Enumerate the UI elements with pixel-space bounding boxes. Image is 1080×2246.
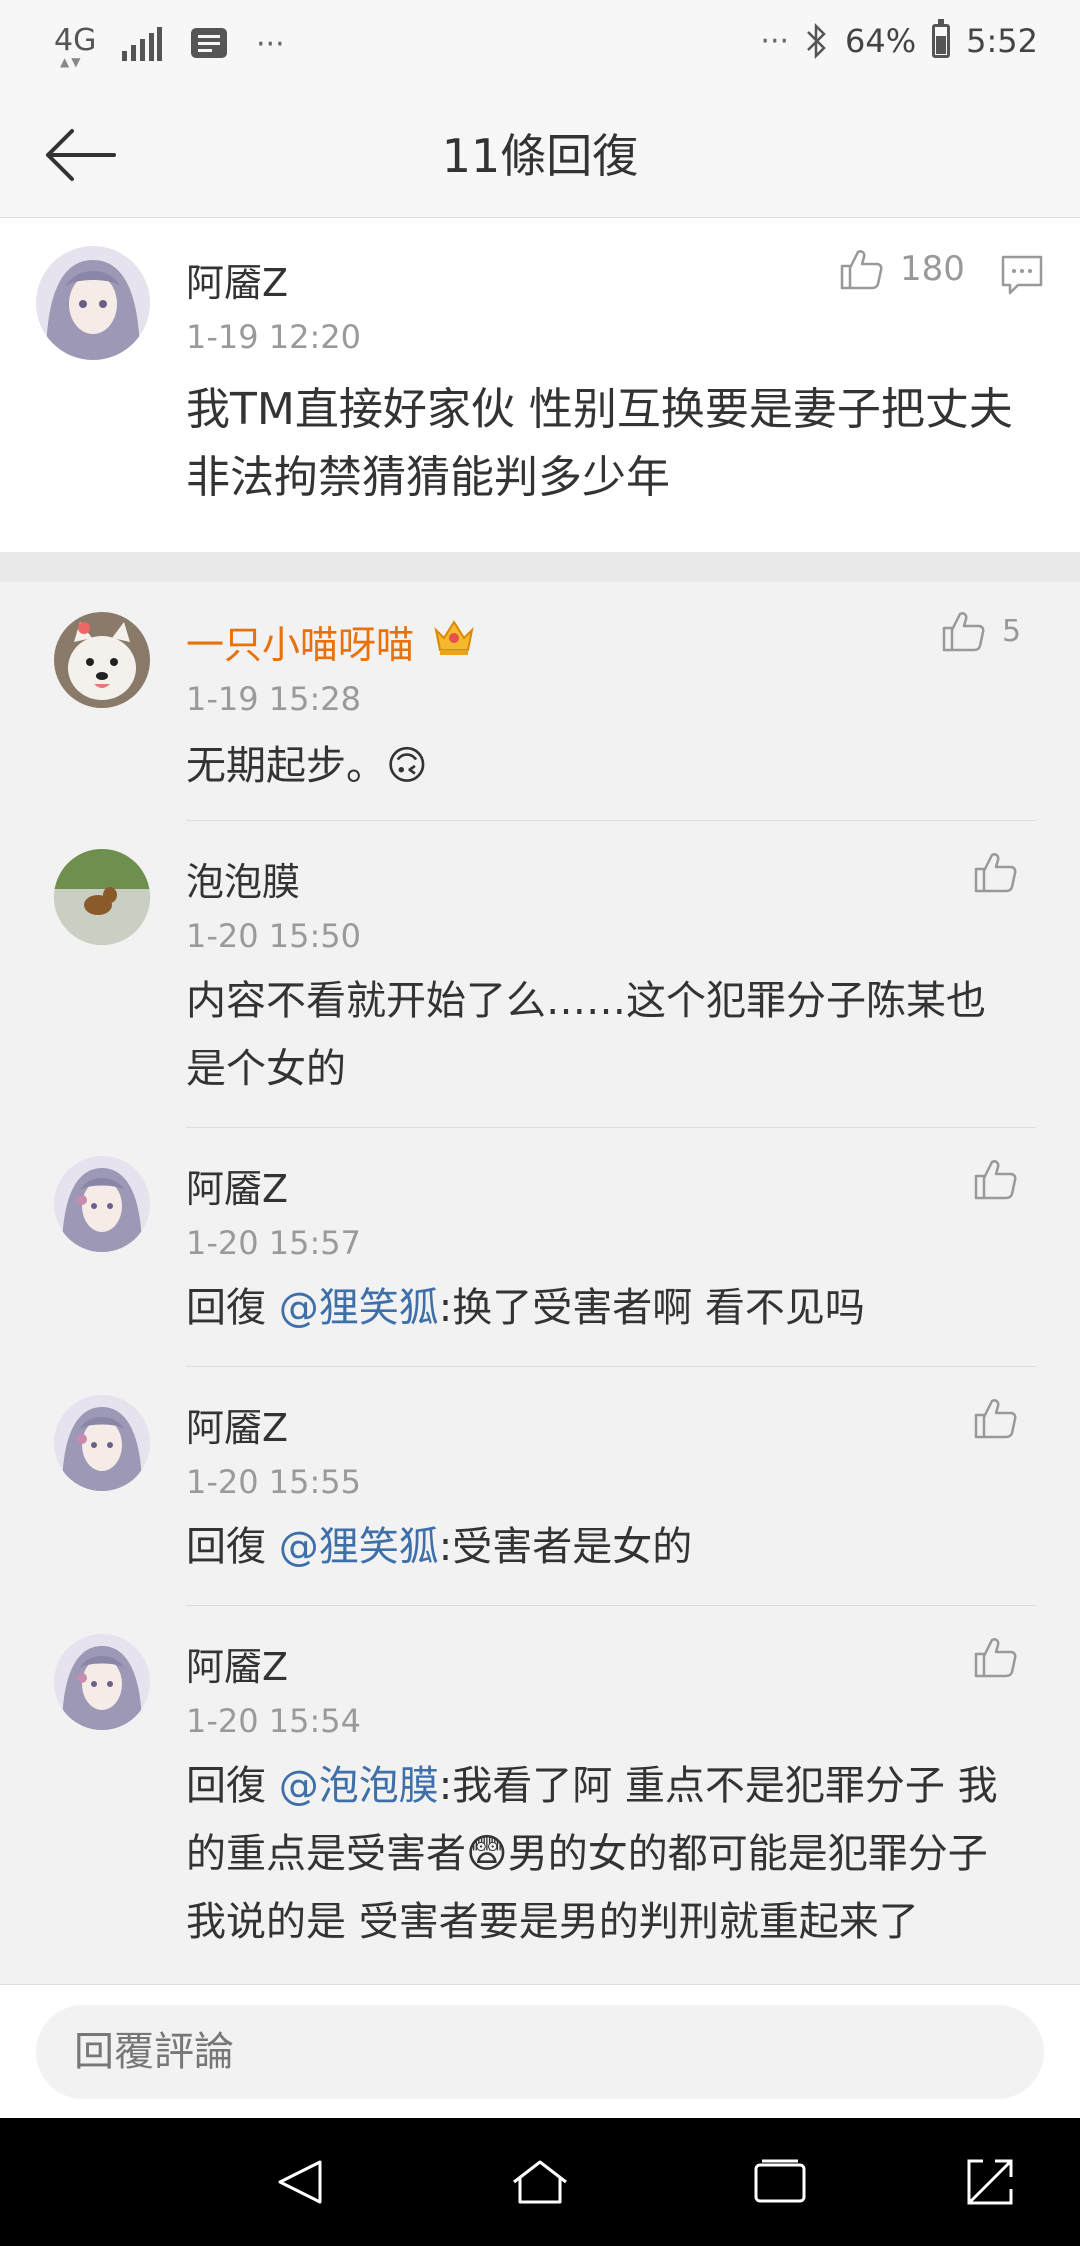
like-button[interactable]: 180 [838,246,965,292]
like-button[interactable]: 5 [940,608,1021,654]
comment-author[interactable]: 阿靥Z [186,252,288,307]
reply-content: 回復 @狸笑狐:受害者是女的 [186,1513,1036,1581]
section-divider [0,552,1080,582]
recents-icon [754,2159,806,2203]
thumbs-up-icon [840,250,883,290]
mention-link[interactable]: @泡泡膜 [279,1763,439,1809]
reply-content: 内容不看就开始了么……这个犯罪分子陈某也是个女的 [186,978,986,1092]
thumbs-up-icon [974,1160,1017,1200]
reply-author[interactable]: 阿靥Z [186,1397,288,1452]
status-right: ··· 64% 5:52 [760,19,1038,60]
avatar-image [54,1395,150,1491]
data-arrows-icon: ▲▼ [60,55,83,69]
thumbs-up-icon [942,612,985,652]
triangle-back-icon [278,2160,322,2204]
list-item: 阿靥Z 1-20 15:54 回復 @泡泡膜:我看了阿 重点不是犯罪分子 我的重… [0,1606,1080,1984]
list-item: 一只小喵呀喵 1-19 15:28 5 无期起步。🙃 [0,582,1080,820]
like-button[interactable] [972,1156,1018,1202]
like-button[interactable] [972,1634,1018,1680]
clock: 5:52 [966,22,1038,60]
avatar-image [54,849,150,945]
comment-content: 我TM直接好家伙 性别互换要是妻子把丈夫非法拘禁猜猜能判多少年 [186,384,1013,503]
list-item: 泡泡膜 1-20 15:50 内容不看就开始了么……这个犯罪分子陈某也是个女的 [0,821,1080,1127]
status-bar: 4G ▲▼ ··· ··· 64% 5:52 [0,0,1080,90]
like-count: 180 [900,249,965,289]
reply-time: 1-20 15:54 [186,1702,362,1740]
scared-emoji-icon: 😨 [466,1831,508,1877]
crown-badge-icon [432,616,476,662]
reply-prefix: 回復 [186,1285,279,1331]
avatar[interactable] [36,246,150,360]
reply-time: 1-20 15:50 [186,917,362,955]
reply-time: 1-20 15:57 [186,1224,362,1262]
network-indicator: 4G ▲▼ [54,22,97,69]
avatar[interactable] [54,1395,150,1491]
avatar-image [36,246,150,360]
like-button[interactable] [972,1395,1018,1441]
reply-content: 回復 @狸笑狐:换了受害者啊 看不见吗 [186,1274,1036,1342]
avatar-image [54,1634,150,1730]
header: 11條回復 [0,90,1080,218]
expand-icon [967,2159,1013,2205]
avatar[interactable] [54,612,150,708]
nav-recents-button[interactable] [750,2152,810,2212]
thumbs-up-icon [974,1638,1017,1678]
reply-list: 一只小喵呀喵 1-19 15:28 5 无期起步。🙃 泡泡膜 1-20 15:5… [0,582,1080,1984]
signal-icon [122,27,162,61]
page-title: 11條回復 [441,129,639,183]
like-button[interactable] [972,849,1018,895]
system-nav-bar [0,2118,1080,2246]
avatar-image [54,612,150,708]
notification-icon [191,28,227,58]
reply-content: 回復 @泡泡膜:我看了阿 重点不是犯罪分子 我的重点是受害者😨男的女的都可能是犯… [186,1752,1036,1956]
reply-time: 1-20 15:55 [186,1463,362,1501]
reply-time: 1-19 15:28 [186,680,362,718]
home-icon [513,2160,567,2204]
thumbs-up-icon [974,1399,1017,1439]
reply-author[interactable]: 一只小喵呀喵 [186,614,414,669]
mention-link[interactable]: @狸笑狐 [279,1524,439,1570]
nav-home-button[interactable] [510,2152,570,2212]
nav-back-button[interactable] [270,2152,330,2212]
reply-prefix: 回復 [186,1524,279,1570]
more-status-right-icon: ··· [760,23,790,59]
reply-text: :受害者是女的 [438,1524,693,1570]
reply-author[interactable]: 阿靥Z [186,1636,288,1691]
status-left: 4G ▲▼ ··· [54,22,285,69]
comment-icon [1001,255,1043,295]
reply-author[interactable]: 泡泡膜 [186,851,300,906]
reply-content: 无期起步。🙃 [186,743,428,789]
like-count: 5 [1002,613,1022,649]
avatar-image [54,1156,150,1252]
more-status-icon: ··· [256,26,285,62]
main-comment: 阿靥Z 1-19 12:20 180 我TM直接好家伙 性别互换要是妻子把丈夫非… [0,218,1080,552]
comment-time: 1-19 12:20 [186,318,362,356]
list-item: 阿靥Z 1-20 15:57 回復 @狸笑狐:换了受害者啊 看不见吗 [0,1128,1080,1366]
battery-fill [936,36,947,54]
reply-author[interactable]: 阿靥Z [186,1158,288,1213]
network-label: 4G [54,23,97,58]
list-item: 阿靥Z 1-20 15:55 回復 @狸笑狐:受害者是女的 [0,1367,1080,1605]
mention-link[interactable]: @狸笑狐 [279,1285,439,1331]
avatar[interactable] [54,1634,150,1730]
thumbs-up-icon [974,853,1017,893]
reply-text: :换了受害者啊 看不见吗 [438,1285,865,1331]
avatar[interactable] [54,849,150,945]
avatar[interactable] [54,1156,150,1252]
battery-icon [932,19,951,58]
reply-input-bar: 回覆評論 [0,1984,1080,2118]
reply-input[interactable]: 回覆評論 [36,2005,1044,2099]
reply-prefix: 回復 [186,1763,279,1809]
battery-percent: 64% [845,22,917,60]
reply-comment-button[interactable] [1000,254,1044,300]
nav-expand-button[interactable] [960,2152,1020,2212]
bluetooth-icon [807,22,826,60]
